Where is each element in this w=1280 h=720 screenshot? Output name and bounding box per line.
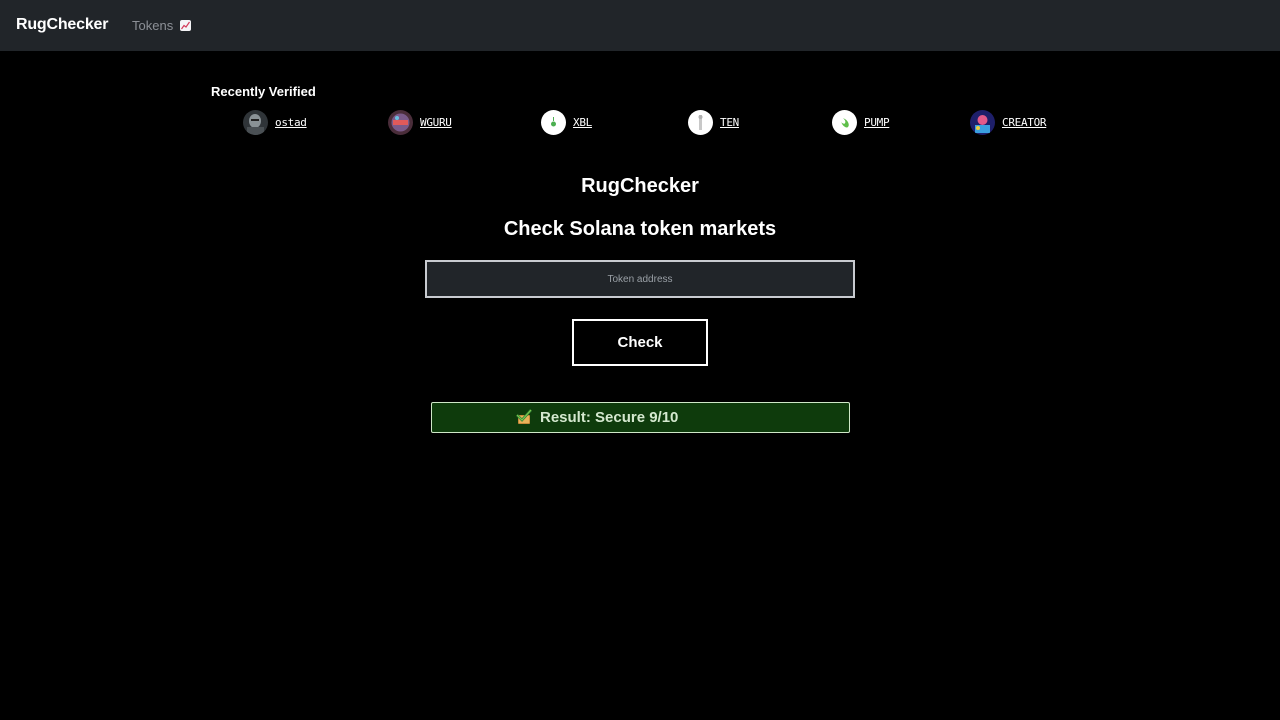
result-text: Result: Secure 9/10 xyxy=(540,409,679,426)
token-avatar xyxy=(541,109,566,135)
recent-token-pump[interactable]: PUMP xyxy=(832,109,890,135)
chart-increasing-icon xyxy=(179,20,191,31)
page-subtitle: Check Solana token markets xyxy=(503,218,777,240)
brand-link[interactable]: RugChecker xyxy=(16,16,108,34)
recent-token-wguru[interactable]: WGURU xyxy=(388,109,452,135)
recent-token-label: CREATOR xyxy=(1002,115,1047,129)
token-avatar xyxy=(243,109,268,135)
recent-token-ostad[interactable]: ostad xyxy=(243,109,307,135)
token-avatar xyxy=(970,109,995,135)
recent-token-creator[interactable]: CREATOR xyxy=(970,109,1047,135)
result-banner: Result: Secure 9/10 xyxy=(431,402,850,433)
nav-link-tokens-label: Tokens xyxy=(132,18,174,33)
recently-verified-heading: Recently Verified xyxy=(211,84,316,99)
token-avatar xyxy=(688,109,713,135)
token-address-input[interactable] xyxy=(425,260,855,298)
recent-token-label: WGURU xyxy=(420,115,452,129)
recent-token-xbl[interactable]: XBL xyxy=(541,109,592,135)
recent-token-label: TEN xyxy=(720,115,739,129)
token-avatar xyxy=(832,109,857,135)
page-title: RugChecker xyxy=(581,175,699,197)
recent-token-label: PUMP xyxy=(864,115,890,129)
token-avatar xyxy=(388,109,413,135)
check-button[interactable]: Check xyxy=(572,319,708,366)
recent-token-ten[interactable]: TEN xyxy=(688,109,739,135)
recent-token-label: XBL xyxy=(573,115,592,129)
navbar: RugChecker Tokens xyxy=(0,0,1280,51)
nav-link-tokens[interactable]: Tokens xyxy=(132,18,191,33)
check-mark-icon xyxy=(515,408,533,426)
recent-token-label: ostad xyxy=(275,115,307,129)
